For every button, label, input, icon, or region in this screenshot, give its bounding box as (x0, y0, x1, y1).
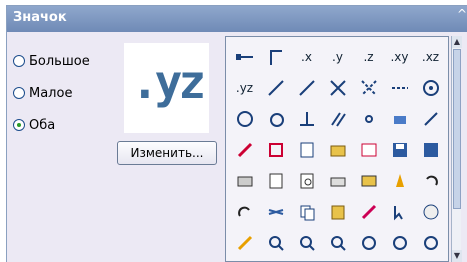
radio-both-circle[interactable] (13, 119, 25, 131)
match-properties-icon[interactable] (353, 196, 384, 227)
sheet-set-icon[interactable] (353, 134, 384, 165)
snap-midpoint-icon[interactable] (260, 72, 291, 103)
zoom-window-icon[interactable] (322, 227, 353, 258)
x-filter-icon[interactable]: .x (291, 41, 322, 72)
undo-icon[interactable] (415, 165, 446, 196)
osnap-settings-icon[interactable] (260, 134, 291, 165)
plot-preview-icon[interactable] (291, 165, 322, 196)
save-as-icon[interactable] (415, 134, 446, 165)
snap-none-icon[interactable] (229, 134, 260, 165)
snap-node-icon[interactable] (353, 103, 384, 134)
snap-apparent-intersection-icon[interactable] (353, 72, 384, 103)
scroll-thumb[interactable] (453, 49, 461, 209)
snap-tangent-icon[interactable] (260, 103, 291, 134)
radio-large-label: Большое (29, 53, 90, 69)
paste-icon[interactable] (322, 196, 353, 227)
open-file-icon[interactable] (322, 134, 353, 165)
zoom-extents-icon[interactable] (353, 227, 384, 258)
radio-both-label: Оба (29, 117, 56, 133)
plot-icon[interactable] (229, 165, 260, 196)
xz-filter-icon[interactable]: .xz (415, 41, 446, 72)
snap-center-icon[interactable] (415, 72, 446, 103)
redo-icon[interactable] (229, 196, 260, 227)
icon-preview: .yz (124, 43, 209, 133)
purge-icon[interactable] (384, 165, 415, 196)
title-bar: Значок ^ (7, 6, 467, 32)
select-icon[interactable] (384, 196, 415, 227)
zoom-realtime-icon[interactable] (291, 227, 322, 258)
scroll-up-icon[interactable]: ▲ (452, 36, 462, 48)
snap-line-icon[interactable] (291, 72, 322, 103)
spell-check-icon[interactable] (415, 196, 446, 227)
line-endpoint-icon[interactable] (229, 41, 260, 72)
yz-filter-icon[interactable]: .yz (229, 72, 260, 103)
collapse-chevron-icon[interactable]: ^ (457, 8, 467, 26)
z-filter-icon[interactable]: .z (353, 41, 384, 72)
change-icon-button[interactable]: Изменить... (117, 141, 217, 165)
radio-large[interactable]: Большое (13, 52, 90, 70)
snap-nearest-icon[interactable] (415, 103, 446, 134)
cut-icon[interactable] (260, 196, 291, 227)
icon-grid-frame: .x .y .z .xy .xz .yz (225, 36, 449, 262)
radio-small-label: Малое (29, 85, 73, 101)
snap-perpendicular-icon[interactable] (291, 103, 322, 134)
snap-extension-icon[interactable] (384, 72, 415, 103)
xy-filter-icon[interactable]: .xy (384, 41, 415, 72)
page-setup-icon[interactable] (260, 165, 291, 196)
snap-quadrant-icon[interactable] (229, 103, 260, 134)
scroll-down-icon[interactable]: ▼ (452, 250, 462, 262)
size-radio-group: Большое Малое Оба (13, 52, 90, 148)
corner-angle-icon[interactable] (260, 41, 291, 72)
snap-parallel-icon[interactable] (322, 103, 353, 134)
zoom-previous-icon[interactable] (415, 227, 446, 258)
panel-title: Значок (13, 10, 67, 25)
snap-intersection-icon[interactable] (322, 72, 353, 103)
zoom-all-icon[interactable] (384, 227, 415, 258)
save-icon[interactable] (384, 134, 415, 165)
snap-insert-icon[interactable] (384, 103, 415, 134)
radio-both[interactable]: Оба (13, 116, 90, 134)
pencil-icon[interactable] (229, 227, 260, 258)
radio-small[interactable]: Малое (13, 84, 90, 102)
new-file-icon[interactable] (291, 134, 322, 165)
y-filter-icon[interactable]: .y (322, 41, 353, 72)
preview-yz-icon: .yz (130, 55, 206, 109)
icon-grid: .x .y .z .xy .xz .yz (229, 41, 446, 258)
radio-small-circle[interactable] (13, 87, 25, 99)
copy-icon[interactable] (291, 196, 322, 227)
icon-grid-scrollbar[interactable]: ▲ ▼ (451, 36, 462, 262)
radio-large-circle[interactable] (13, 55, 25, 67)
publish-icon[interactable] (353, 165, 384, 196)
print-icon[interactable] (322, 165, 353, 196)
zoom-in-icon[interactable] (260, 227, 291, 258)
